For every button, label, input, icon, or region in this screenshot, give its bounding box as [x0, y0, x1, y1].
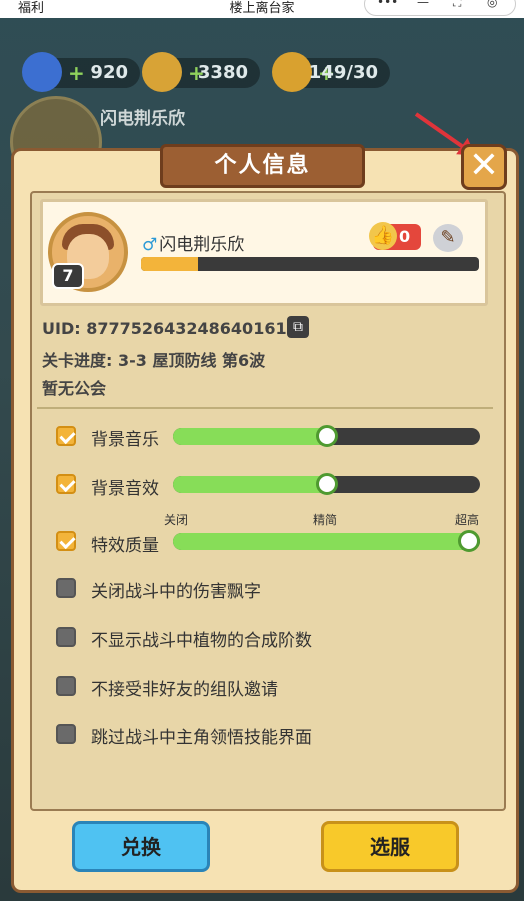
effects-quality-slider-fill [173, 533, 469, 550]
player-nickname: ♂ 闪电荆乐欣 [142, 230, 244, 255]
effects-quality-slider[interactable] [173, 530, 480, 552]
background-player-name: 闪电荆乐欣 [100, 109, 185, 129]
background-music-slider-knob[interactable] [315, 425, 338, 447]
select-server-button[interactable]: 选服 [321, 821, 459, 872]
energy-counter[interactable]: + 149/30 [272, 52, 390, 92]
effects-quality-label: 特效质量 [91, 536, 159, 556]
uid-text: UID: 877752643248640161 [42, 319, 287, 338]
background-music-label: 背景音乐 [91, 430, 159, 450]
sound-effects-slider-knob[interactable] [315, 473, 338, 495]
sound-effects-label: 背景音效 [91, 479, 159, 499]
likes-count: 0 [399, 227, 411, 246]
reject-team-invites-checkbox[interactable] [56, 676, 76, 696]
lightning-icon [272, 52, 312, 92]
male-icon: ♂ [142, 235, 158, 255]
minimize-icon[interactable]: — [417, 0, 429, 9]
gems-counter[interactable]: + 920 [22, 52, 140, 92]
background-music-slider-fill [173, 428, 327, 445]
skip-skill-screen-checkbox[interactable] [56, 724, 76, 744]
coins-counter[interactable]: + 3380 [142, 52, 260, 92]
edit-icon: ✎ [440, 227, 456, 248]
sound-effects-slider-fill [173, 476, 327, 493]
guild-text: 暂无公会 [42, 379, 107, 398]
background-music-checkbox[interactable] [56, 426, 76, 446]
effects-quality-slider-knob[interactable] [458, 530, 480, 552]
coins-value: 3380 [197, 62, 248, 83]
more-icon[interactable]: ••• [377, 0, 398, 9]
sound-effects-slider[interactable] [173, 473, 480, 495]
quality-mark-off: 关闭 [164, 513, 189, 527]
quality-mark-simple: 精简 [313, 513, 338, 527]
nickname-text: 闪电荆乐欣 [159, 235, 245, 255]
effects-quality-checkbox[interactable] [56, 531, 76, 551]
add-gems-icon[interactable]: + [68, 58, 85, 88]
experience-bar [141, 257, 479, 271]
close-button[interactable]: ✕ [461, 144, 507, 190]
level-badge: 7 [52, 263, 84, 289]
sound-effects-checkbox[interactable] [56, 474, 76, 494]
quality-mark-ultra: 超高 [455, 513, 480, 527]
dialog-title: 个人信息 [160, 144, 365, 188]
stage-progress-text: 关卡进度: 3-3 屋顶防线 第6波 [42, 351, 266, 370]
reject-team-invites-label: 不接受非好友的组队邀请 [91, 680, 278, 700]
coin-icon [142, 52, 182, 92]
experience-bar-fill [141, 257, 199, 271]
hide-merge-level-checkbox[interactable] [56, 627, 76, 647]
hide-merge-level-label: 不显示战斗中植物的合成阶数 [91, 631, 312, 651]
close-app-icon[interactable]: ◎ [487, 0, 497, 9]
thumbs-up-icon: 👍 [369, 222, 397, 250]
gem-icon [22, 52, 62, 92]
mini-program-capsule[interactable]: ••• — ⛶ ◎ [364, 0, 516, 16]
hide-damage-text-label: 关闭战斗中的伤害飘字 [91, 582, 261, 602]
top-bar: 福利 楼上离台家 ••• — ⛶ ◎ [0, 0, 524, 18]
likes-badge[interactable]: 👍 0 [369, 222, 421, 250]
edit-profile-button[interactable]: ✎ [433, 224, 463, 252]
skip-skill-screen-label: 跳过战斗中主角领悟技能界面 [91, 728, 312, 748]
fullscreen-icon[interactable]: ⛶ [453, 0, 461, 10]
background-music-slider[interactable] [173, 425, 480, 447]
section-divider [37, 407, 493, 409]
copy-uid-icon[interactable]: ⧉ [287, 316, 309, 338]
energy-value: 149/30 [308, 62, 378, 83]
hide-damage-text-checkbox[interactable] [56, 578, 76, 598]
gems-value: 920 [90, 62, 128, 83]
exchange-button[interactable]: 兑换 [72, 821, 210, 872]
